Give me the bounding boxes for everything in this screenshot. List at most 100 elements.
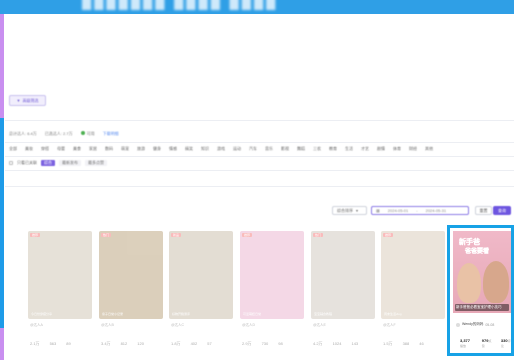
- tab-24[interactable]: 体育: [393, 146, 401, 152]
- subtab-0[interactable]: 综合: [41, 160, 55, 166]
- tab-4[interactable]: 美食: [73, 146, 81, 152]
- sort-select[interactable]: 综合排序 ▾: [332, 206, 367, 215]
- tab-12[interactable]: 知识: [201, 146, 209, 152]
- tab-5[interactable]: 家居: [89, 146, 97, 152]
- confirm-button[interactable]: 查询: [493, 206, 511, 215]
- person-right-image: [483, 261, 509, 303]
- banner-title: ███████ ████ ████: [82, 0, 279, 9]
- video-author[interactable]: @达人F: [383, 323, 443, 328]
- stat-total: 总计达人: 6.4万: [9, 131, 37, 136]
- video-card[interactable]: 推荐 周末生活vlog @达人F 1.5万 388 46: [381, 231, 445, 357]
- video-thumbnail[interactable]: 推荐 可爱萌娃日常: [240, 231, 304, 319]
- filter-icon: ▼: [16, 98, 21, 103]
- video-comments: 46: [419, 341, 424, 346]
- video-author[interactable]: @达人B: [101, 323, 161, 328]
- only-linked-label: 只看已关联: [17, 160, 37, 165]
- tab-16[interactable]: 音乐: [265, 146, 273, 152]
- video-thumbnail[interactable]: 推荐 周末生活vlog: [381, 231, 445, 319]
- video-plays: 1.8万: [171, 341, 181, 346]
- video-stats: 1.5万 388 46: [383, 341, 424, 347]
- tab-9[interactable]: 健身: [153, 146, 161, 152]
- video-card[interactable]: 推荐 今日份穿搭分享 @达人A 2.1万 563 89: [28, 231, 92, 357]
- video-plays: 3.4万: [101, 341, 111, 346]
- video-likes: 730: [261, 341, 269, 346]
- video-thumbnail[interactable]: 热门 亲子日常小记录: [99, 231, 163, 319]
- tab-23[interactable]: 剧情: [377, 146, 385, 152]
- featured-caption: 新手爸爸必看宝宝护理小技巧: [455, 304, 509, 311]
- video-author[interactable]: @达人A: [30, 323, 90, 328]
- video-card[interactable]: 热门 亲子日常小记录 @达人B 3.4万 812 120: [99, 231, 163, 357]
- video-comments: 98: [278, 341, 283, 346]
- download-link[interactable]: 下载明细: [103, 131, 119, 137]
- divider: [5, 120, 514, 121]
- tab-25[interactable]: 财经: [409, 146, 417, 152]
- video-plays: 1.5万: [383, 341, 393, 346]
- tab-17[interactable]: 影视: [281, 146, 289, 152]
- stat-selected: 已选达人: 2.7万: [44, 131, 73, 136]
- video-tag: 新品: [171, 233, 182, 237]
- tab-21[interactable]: 生活: [345, 146, 353, 152]
- tab-19[interactable]: 三农: [313, 146, 321, 152]
- video-card[interactable]: 推荐 可爱萌娃日常 @达人D 2.9万 730 98: [240, 231, 304, 357]
- video-comments: 120: [137, 341, 144, 346]
- video-caption: 宝宝辅食教程: [314, 312, 333, 316]
- left-scroll-indicator[interactable]: [0, 118, 4, 328]
- tab-22[interactable]: 才艺: [361, 146, 369, 152]
- video-stats: 2.9万 730 98: [242, 341, 283, 347]
- only-linked-checkbox[interactable]: [9, 161, 13, 165]
- person-left-image: [457, 263, 481, 303]
- reset-button[interactable]: 重置: [475, 206, 492, 215]
- featured-plays: 3,377: [460, 338, 471, 343]
- video-caption: 今日份穿搭分享: [31, 312, 53, 316]
- tab-11[interactable]: 搞笑: [185, 146, 193, 152]
- tab-0[interactable]: 全部: [9, 146, 17, 152]
- advanced-filter-button[interactable]: ▼ 高级筛选: [9, 95, 46, 106]
- tab-18[interactable]: 舞蹈: [297, 146, 305, 152]
- tab-3[interactable]: 母婴: [57, 146, 65, 152]
- video-card[interactable]: 热门 宝宝辅食教程 @达人E 4.2万 1024 143: [311, 231, 375, 357]
- featured-thumbnail[interactable]: 新手爸 爸爸要看 新手爸爸必看宝宝护理小技巧: [453, 231, 511, 313]
- video-caption: 可爱萌娃日常: [243, 312, 262, 316]
- tab-8[interactable]: 旅游: [137, 146, 145, 152]
- video-card[interactable]: 新品 好物开箱测评 @达人C 1.8万 402 57: [169, 231, 233, 357]
- tab-13[interactable]: 游戏: [217, 146, 225, 152]
- featured-author[interactable]: Wendy的妈妈: [462, 322, 483, 327]
- featured-comments: 330: [500, 338, 508, 343]
- tab-1[interactable]: 美妆: [25, 146, 33, 152]
- video-tag: 推荐: [383, 233, 394, 237]
- video-comments: 89: [66, 341, 71, 346]
- date-range-picker[interactable]: ▦ 2024-05-01 - 2024-05-31: [371, 206, 469, 215]
- video-stats: 3.4万 812 120: [101, 341, 144, 347]
- tab-10[interactable]: 情感: [169, 146, 177, 152]
- featured-stats: 3,377播放 979点赞 330评论: [460, 338, 511, 348]
- tab-20[interactable]: 教育: [329, 146, 337, 152]
- video-author[interactable]: @达人E: [313, 323, 373, 328]
- video-thumbnail[interactable]: 新品 好物开箱测评: [169, 231, 233, 319]
- date-from: 2024-05-01: [387, 208, 409, 213]
- tab-15[interactable]: 汽车: [249, 146, 257, 152]
- video-author[interactable]: @达人D: [242, 323, 302, 328]
- featured-date: 05-08: [485, 322, 495, 327]
- video-likes: 563: [49, 341, 57, 346]
- video-likes: 812: [120, 341, 128, 346]
- video-comments: 143: [351, 341, 359, 346]
- featured-video-card[interactable]: 新手爸 爸爸要看 新手爸爸必看宝宝护理小技巧 Wendy的妈妈 05-08 3,…: [447, 225, 514, 356]
- subtab-2[interactable]: 最多点赞: [85, 160, 107, 166]
- video-thumbnail[interactable]: 热门 宝宝辅食教程: [311, 231, 375, 319]
- video-thumbnail[interactable]: 推荐 今日份穿搭分享: [28, 231, 92, 319]
- tab-26[interactable]: 其他: [425, 146, 433, 152]
- tab-6[interactable]: 数码: [105, 146, 113, 152]
- video-plays: 4.2万: [313, 341, 323, 346]
- tab-2[interactable]: 穿搭: [41, 146, 49, 152]
- tab-7[interactable]: 萌宠: [121, 146, 129, 152]
- subtab-1[interactable]: 最新发布: [59, 160, 81, 166]
- avatar: [456, 322, 460, 327]
- chevron-down-icon: ▾: [356, 208, 359, 213]
- video-stats: 2.1万 563 89: [30, 341, 71, 347]
- video-stats: 4.2万 1024 143: [313, 341, 358, 347]
- featured-author-row: Wendy的妈妈 05-08: [456, 322, 494, 327]
- category-tabs: 全部 美妆 穿搭 母婴 美食 家居 数码 萌宠 旅游 健身 情感 搞笑 知识 游戏 运动 汽车 音乐 影视 舞蹈 三农…: [9, 146, 433, 152]
- video-author[interactable]: @达人C: [171, 323, 231, 328]
- filter-button-label: 高级筛选: [22, 97, 39, 103]
- tab-14[interactable]: 运动: [233, 146, 241, 152]
